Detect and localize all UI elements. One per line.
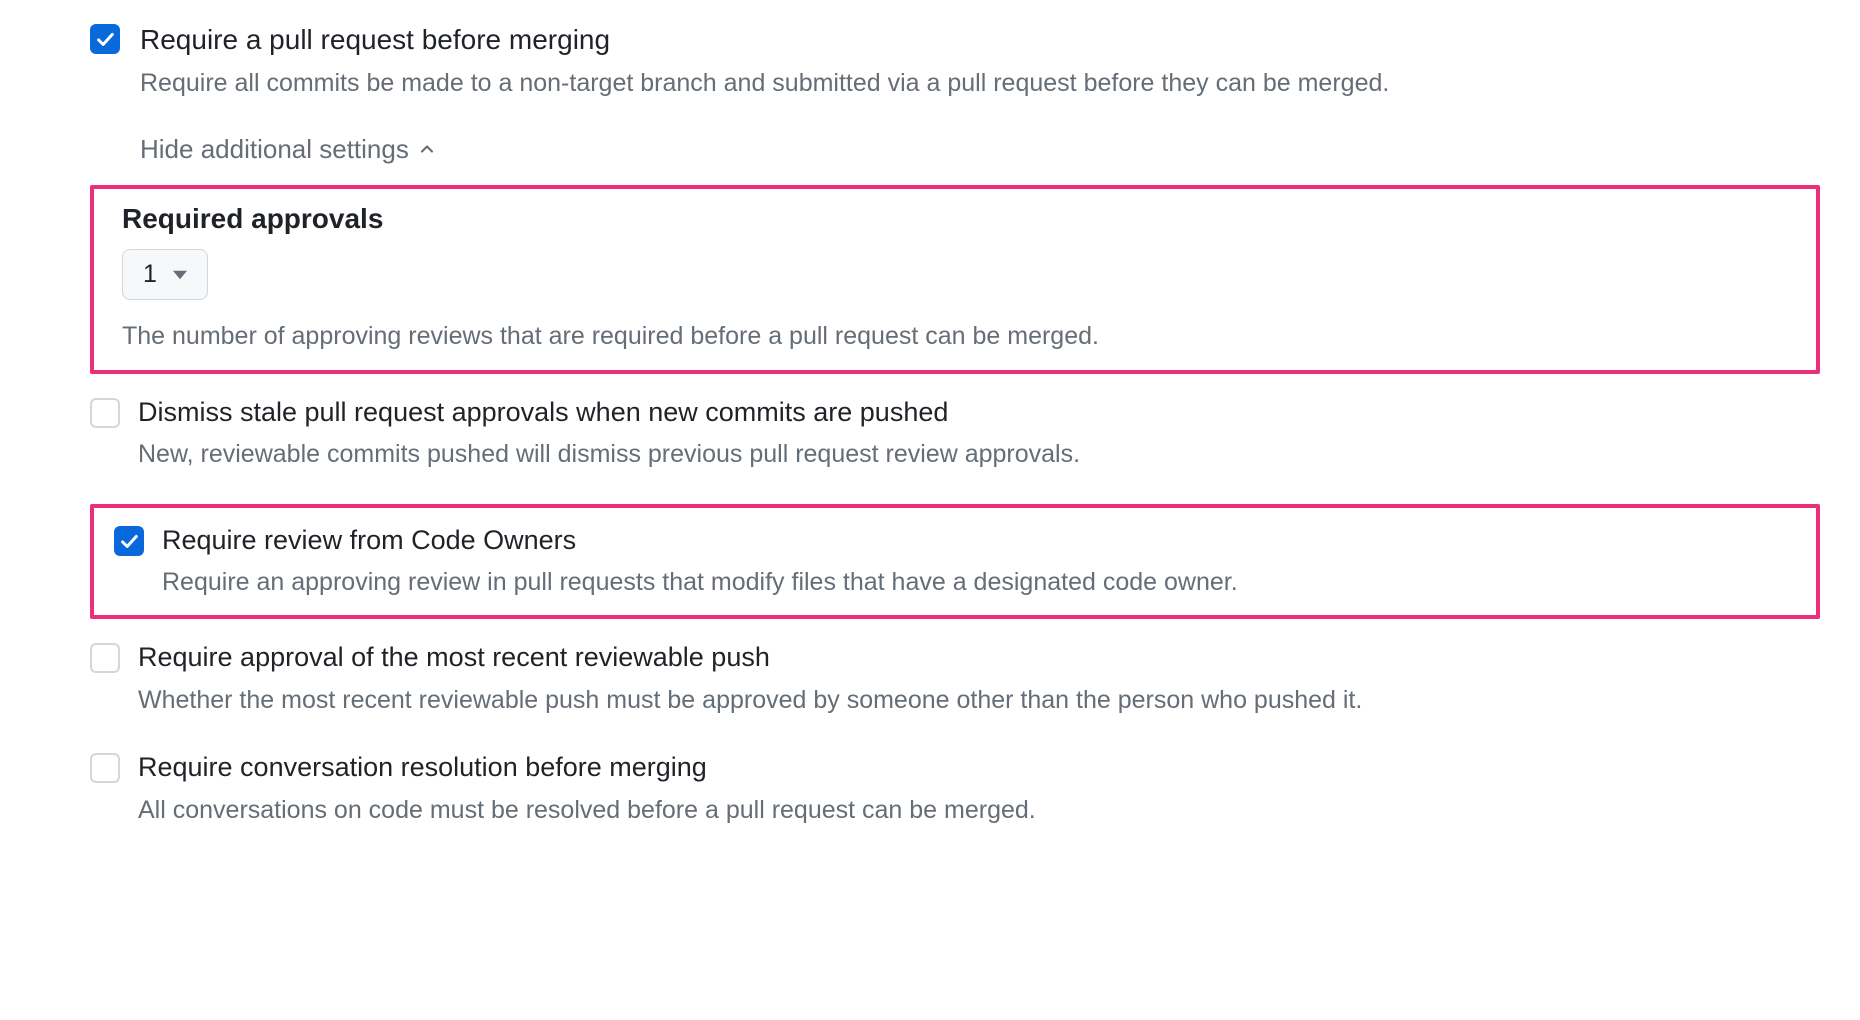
dismiss-stale-checkbox[interactable]: [90, 398, 120, 428]
dismiss-stale-title: Dismiss stale pull request approvals whe…: [138, 394, 1820, 430]
dismiss-stale-setting: Dismiss stale pull request approvals whe…: [90, 394, 1820, 474]
conversation-resolution-content: Require conversation resolution before m…: [138, 749, 1820, 829]
require-pr-desc: Require all commits be made to a non-tar…: [140, 65, 1820, 103]
required-approvals-section: Required approvals 1 The number of appro…: [90, 185, 1820, 374]
require-pr-title: Require a pull request before merging: [140, 20, 1820, 59]
recent-push-desc: Whether the most recent reviewable push …: [138, 682, 1820, 720]
code-owners-checkbox[interactable]: [114, 526, 144, 556]
code-owners-section: Require review from Code Owners Require …: [90, 504, 1820, 620]
dismiss-stale-desc: New, reviewable commits pushed will dism…: [138, 436, 1820, 474]
code-owners-title: Require review from Code Owners: [162, 522, 1796, 558]
dismiss-stale-content: Dismiss stale pull request approvals whe…: [138, 394, 1820, 474]
required-approvals-dropdown[interactable]: 1: [122, 249, 208, 300]
require-pr-content: Require a pull request before merging Re…: [140, 20, 1820, 167]
conversation-resolution-setting: Require conversation resolution before m…: [90, 749, 1820, 829]
check-icon: [94, 28, 116, 50]
conversation-resolution-title: Require conversation resolution before m…: [138, 749, 1820, 785]
caret-down-icon: [173, 268, 187, 282]
chevron-up-icon: [417, 139, 437, 159]
recent-push-content: Require approval of the most recent revi…: [138, 639, 1820, 719]
hide-additional-settings-toggle[interactable]: Hide additional settings: [140, 131, 437, 167]
toggle-label: Hide additional settings: [140, 131, 409, 167]
required-approvals-value: 1: [143, 260, 157, 289]
require-pr-checkbox[interactable]: [90, 24, 120, 54]
code-owners-desc: Require an approving review in pull requ…: [162, 564, 1796, 602]
code-owners-setting: Require review from Code Owners Require …: [114, 522, 1796, 602]
require-pr-setting: Require a pull request before merging Re…: [90, 20, 1820, 167]
conversation-resolution-desc: All conversations on code must be resolv…: [138, 792, 1820, 830]
recent-push-setting: Require approval of the most recent revi…: [90, 639, 1820, 719]
conversation-resolution-checkbox[interactable]: [90, 753, 120, 783]
required-approvals-heading: Required approvals: [122, 203, 1788, 235]
recent-push-checkbox[interactable]: [90, 643, 120, 673]
required-approvals-desc: The number of approving reviews that are…: [122, 318, 1788, 356]
code-owners-content: Require review from Code Owners Require …: [162, 522, 1796, 602]
recent-push-title: Require approval of the most recent revi…: [138, 639, 1820, 675]
check-icon: [118, 530, 140, 552]
